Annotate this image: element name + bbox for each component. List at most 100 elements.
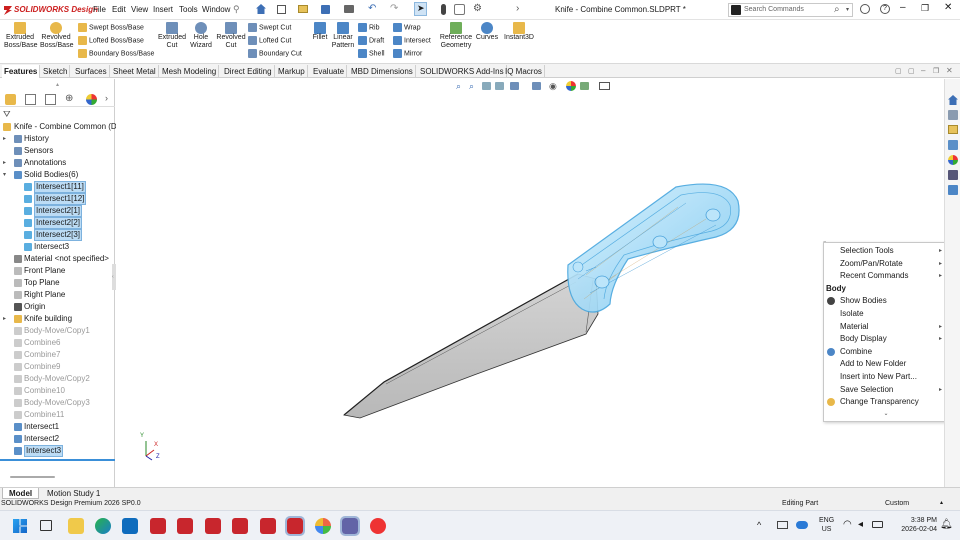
tab-features[interactable]: Features xyxy=(2,65,41,78)
help-icon[interactable]: ? xyxy=(880,4,890,14)
volume-icon[interactable]: ◂ xyxy=(858,519,863,530)
wifi-icon[interactable]: ◠ xyxy=(843,519,852,530)
close-icon[interactable]: ✕ xyxy=(944,2,952,13)
menu-window[interactable]: Window xyxy=(202,5,230,15)
menu-edit[interactable]: Edit xyxy=(112,5,126,15)
configuration-manager-tab-icon[interactable] xyxy=(45,94,56,105)
tab-model[interactable]: Model xyxy=(2,488,40,499)
property-manager-tab-icon[interactable] xyxy=(25,94,36,105)
save-icon[interactable] xyxy=(321,5,330,14)
context-menu-item[interactable]: Body Display ▸ xyxy=(824,333,948,345)
search-input[interactable]: Search Commands xyxy=(744,6,804,13)
doc-restore-icon[interactable]: ❐ xyxy=(933,67,939,75)
context-menu-item[interactable]: Isolate xyxy=(824,308,948,320)
display-icon[interactable] xyxy=(777,521,788,529)
clock[interactable]: 3:38 PM 2026-02-04 xyxy=(895,516,937,534)
context-menu-item[interactable]: Zoom/Pan/Rotate ▸ xyxy=(824,258,948,270)
revolved-cut-button[interactable]: Revolved Cut xyxy=(215,22,247,50)
copilot-icon[interactable] xyxy=(315,518,331,534)
redo-icon[interactable]: ↷ xyxy=(390,3,398,14)
onedrive-icon[interactable] xyxy=(796,521,808,529)
search-box[interactable]: Search Commands ⌕ ▾ xyxy=(728,3,853,17)
fillet-button[interactable]: Fillet xyxy=(309,22,331,42)
dimxpert-tab-icon[interactable]: ⊕ xyxy=(65,93,73,104)
tab-iq-macros[interactable]: IQ Macros xyxy=(503,65,545,78)
rebuild-icon[interactable] xyxy=(441,4,446,15)
solidworks-taskbar-icon-4[interactable] xyxy=(232,518,248,534)
context-menu-item[interactable]: Selection Tools ▸ xyxy=(824,245,948,257)
context-menu-item[interactable]: Insert into New Part... xyxy=(824,371,948,383)
swept-cut-button[interactable]: Swept Cut xyxy=(248,23,291,32)
home-icon[interactable] xyxy=(256,4,266,14)
lofted-cut-button[interactable]: Lofted Cut xyxy=(248,36,291,45)
teams-icon[interactable] xyxy=(340,516,360,536)
open-folder-icon[interactable] xyxy=(298,5,308,13)
units-chevron-icon[interactable]: ▴ xyxy=(940,499,943,506)
rollback-bar[interactable] xyxy=(0,459,115,461)
revolved-boss-button[interactable]: Revolved Boss/Base xyxy=(40,22,73,50)
draft-button[interactable]: Draft xyxy=(358,36,384,45)
status-units[interactable]: Custom xyxy=(885,500,909,507)
doc-minimize-icon[interactable]: – xyxy=(921,66,925,75)
view-palette-icon[interactable] xyxy=(948,140,958,150)
pin-icon[interactable]: ⚲ xyxy=(233,4,240,15)
search-icon[interactable]: ⌕ xyxy=(834,4,840,15)
tab-sketch[interactable]: Sketch xyxy=(41,65,71,78)
file-properties-icon[interactable] xyxy=(454,4,465,15)
edge-browser-icon[interactable] xyxy=(95,518,111,534)
tab-sheet-metal[interactable]: Sheet Metal xyxy=(111,65,159,78)
tree-expander-icon[interactable]: ▸ xyxy=(3,313,6,325)
wrap-button[interactable]: Wrap xyxy=(393,23,421,32)
knife-handle[interactable] xyxy=(567,183,740,313)
reference-geometry-button[interactable]: Reference Geometry xyxy=(438,22,474,50)
context-menu-item[interactable]: Save Selection ▸ xyxy=(824,384,948,396)
context-menu-item[interactable]: Material ▸ xyxy=(824,321,948,333)
solidworks-resources-icon[interactable] xyxy=(948,95,958,105)
user-account-icon[interactable] xyxy=(860,4,870,14)
design-library-icon[interactable] xyxy=(948,110,958,120)
mirror-button[interactable]: Mirror xyxy=(393,49,422,58)
curves-button[interactable]: Curves xyxy=(474,22,500,42)
solidworks-taskbar-icon-5[interactable] xyxy=(260,518,276,534)
tab-markup[interactable]: Markup xyxy=(276,65,308,78)
context-menu-item[interactable]: Show Bodies xyxy=(824,295,948,307)
feature-manager-tab-icon[interactable] xyxy=(5,94,16,105)
task-view-icon[interactable] xyxy=(40,520,52,531)
start-icon[interactable] xyxy=(13,519,27,533)
menu-file[interactable]: File xyxy=(93,5,106,15)
boundary-boss-button[interactable]: Boundary Boss/Base xyxy=(78,49,154,58)
graphics-area[interactable]: ⌕ ⌕ ◉ Y X Z xyxy=(116,79,944,487)
context-menu-item[interactable]: Change Transparency xyxy=(824,396,948,408)
intersect-button[interactable]: Intersect xyxy=(393,36,431,45)
chevron-down-icon[interactable]: ▾ xyxy=(846,6,849,13)
hole-wizard-button[interactable]: Hole Wizard xyxy=(187,22,215,50)
outlook-icon[interactable] xyxy=(122,518,138,534)
more-icon[interactable]: › xyxy=(516,3,519,14)
solidworks-active-taskbar-icon[interactable] xyxy=(285,516,305,536)
forum-icon[interactable] xyxy=(948,185,958,195)
context-menu-item[interactable]: Add to New Folder xyxy=(824,358,948,370)
tab-motion-study-1[interactable]: Motion Study 1 xyxy=(44,488,103,499)
options-gear-icon[interactable]: ⚙ xyxy=(473,3,482,14)
file-explorer-taskbar-icon[interactable] xyxy=(68,518,84,534)
solidworks-taskbar-icon-3[interactable] xyxy=(205,518,221,534)
tab-solidworks-add-ins[interactable]: SOLIDWORKS Add-Ins xyxy=(418,65,507,78)
expand-menu-icon[interactable]: ⌄ xyxy=(824,410,948,417)
tab-mbd-dimensions[interactable]: MBD Dimensions xyxy=(349,65,416,78)
tab-mesh-modeling[interactable]: Mesh Modeling xyxy=(160,65,220,78)
tree-expander-icon[interactable]: ▸ xyxy=(3,157,6,169)
restore-icon[interactable]: ❐ xyxy=(921,3,929,14)
extruded-boss-button[interactable]: Extruded Boss/Base xyxy=(4,22,37,50)
new-document-icon[interactable] xyxy=(277,5,286,14)
shell-button[interactable]: Shell xyxy=(358,49,385,58)
notifications-icon[interactable]: 🔔︎ xyxy=(940,519,953,530)
horizontal-scrollbar[interactable] xyxy=(10,476,55,478)
context-menu-item[interactable]: Combine xyxy=(824,346,948,358)
menu-tools[interactable]: Tools xyxy=(179,5,198,15)
tree-expander-icon[interactable]: ▾ xyxy=(3,169,6,181)
show-hidden-icons-icon[interactable]: ^ xyxy=(757,520,761,530)
knife-model[interactable] xyxy=(116,79,944,487)
filter-icon[interactable]: ⛛ xyxy=(3,109,11,120)
solidworks-taskbar-icon-1[interactable] xyxy=(150,518,166,534)
print-icon[interactable] xyxy=(344,5,354,13)
